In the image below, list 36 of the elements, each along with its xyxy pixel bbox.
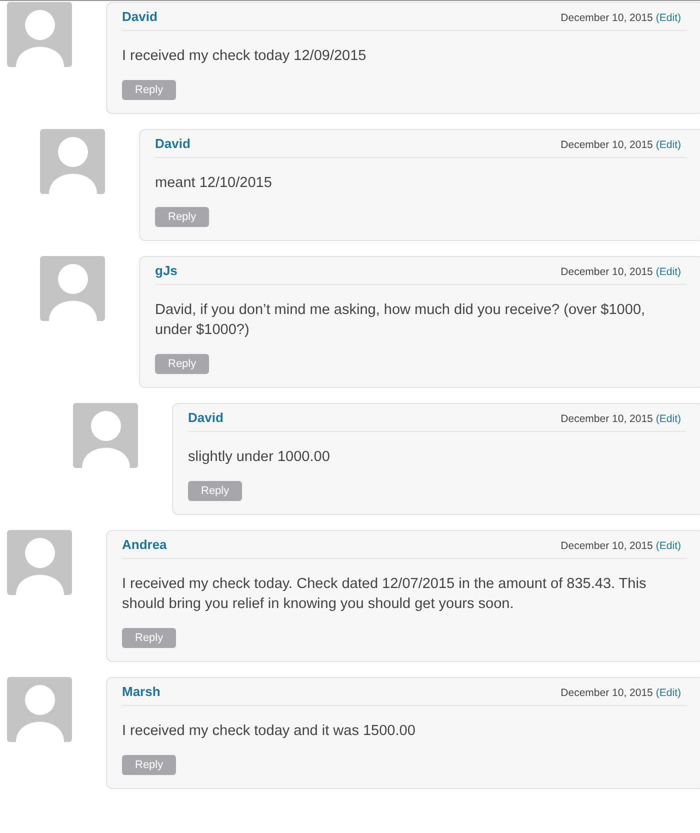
comment-date: December 10, 2015: [560, 12, 653, 24]
author-name: David: [155, 136, 190, 151]
reply-button[interactable]: Reply: [188, 481, 242, 501]
reply-button[interactable]: Reply: [155, 207, 210, 227]
author-name: Marsh: [122, 684, 160, 699]
edit-link[interactable]: (Edit): [656, 687, 681, 699]
reply-button[interactable]: Reply: [122, 755, 176, 775]
avatar-icon: [7, 677, 72, 742]
edit-link[interactable]: (Edit): [656, 540, 681, 552]
edit-link[interactable]: (Edit): [656, 266, 681, 278]
edit-link[interactable]: (Edit): [656, 12, 681, 24]
comment-date: December 10, 2015: [560, 139, 653, 151]
comment-text: David, if you don’t mind me asking, how much did you receive? (over $1000, under $1000?): [155, 301, 646, 340]
avatar-icon: [73, 403, 138, 468]
comment-text: I received my check today and it was 1500.00: [122, 722, 416, 741]
author-name: gJs: [155, 263, 178, 278]
author-name: David: [188, 410, 224, 425]
edit-link[interactable]: (Edit): [656, 139, 681, 151]
avatar-icon: [40, 256, 105, 321]
reply-button[interactable]: Reply: [155, 354, 210, 374]
comment-date: December 10, 2015: [560, 266, 653, 278]
comment-date: December 10, 2015: [560, 540, 653, 552]
reply-button[interactable]: Reply: [122, 80, 176, 100]
comment-text: slightly under 1000.00: [188, 448, 331, 467]
edit-link[interactable]: (Edit): [656, 413, 681, 425]
comment-text: meant 12/10/2015: [155, 174, 273, 193]
comment-date: December 10, 2015: [560, 687, 653, 699]
author-name: David: [122, 9, 158, 24]
avatar-icon: [7, 2, 72, 67]
avatar-icon: [40, 129, 105, 194]
reply-button[interactable]: Reply: [122, 628, 176, 648]
comment-text: I received my check today 12/09/2015: [122, 47, 368, 66]
comment-date: December 10, 2015: [560, 413, 653, 425]
comment-text: I received my check today. Check dated 12/07/2015 in the amount of 835.43. This should bring you relief in knowing you should get yours soon.: [122, 575, 648, 614]
avatar-icon: [7, 530, 72, 595]
author-name: Andrea: [122, 537, 167, 552]
